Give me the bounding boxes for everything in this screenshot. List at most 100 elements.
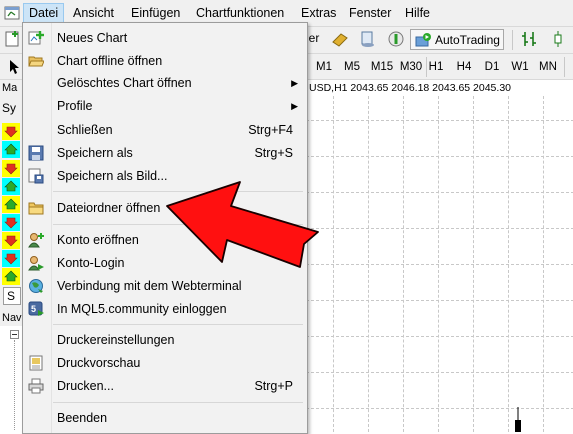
menu-item-open-account[interactable]: Konto eröffnen — [23, 229, 307, 251]
menu-item-profiles[interactable]: Profile ▶ — [23, 95, 307, 117]
menu-separator — [53, 191, 303, 192]
menu-item-open-deleted-chart[interactable]: Gelöschtes Chart öffnen ▶ — [23, 72, 307, 94]
menu-item-label: Drucken... — [57, 379, 114, 393]
save-icon — [28, 145, 44, 161]
down-arrow-cell — [2, 123, 20, 140]
tf-m30[interactable]: M30 — [397, 58, 425, 76]
up-arrow-cell — [2, 178, 20, 195]
grid-line — [306, 192, 573, 193]
collapse-icon[interactable] — [10, 330, 19, 339]
tf-w1[interactable]: W1 — [507, 58, 533, 76]
candlestick-icon[interactable] — [548, 29, 568, 49]
menu-item-open-data-folder[interactable]: Dateiordner öffnen — [23, 197, 307, 219]
down-arrow-icon — [4, 217, 18, 229]
menu-item-label: Speichern als — [57, 146, 133, 160]
menu-item-close[interactable]: Schließen Strg+F4 — [23, 119, 307, 141]
grid-line — [306, 228, 573, 229]
chart-area[interactable]: USD,H1 2043.65 2046.18 2043.65 2045.30 — [305, 80, 573, 432]
down-arrow-icon — [4, 163, 18, 175]
menu-item-webterminal[interactable]: Verbindung mit dem Webterminal — [23, 275, 307, 297]
chart-ohlc-title: USD,H1 2043.65 2046.18 2043.65 2045.30 — [309, 82, 511, 94]
svg-text:5: 5 — [31, 304, 36, 314]
mql5-icon: 5 — [28, 301, 44, 316]
menu-item-label: Konto eröffnen — [57, 233, 139, 247]
menu-item-save-as-image[interactable]: Speichern als Bild... — [23, 165, 307, 187]
menu-item-shortcut: Strg+P — [254, 379, 293, 393]
menu-ansicht[interactable]: Ansicht — [68, 4, 119, 22]
tf-mn[interactable]: MN — [535, 58, 561, 76]
app-window-icon[interactable] — [2, 4, 22, 22]
save-image-icon — [28, 168, 44, 184]
menu-item-shortcut: Strg+S — [254, 146, 293, 160]
menu-item-printer-settings[interactable]: Druckereinstellungen — [23, 329, 307, 351]
bar-chart-icon[interactable] — [519, 29, 539, 49]
symbols-header: Sy — [2, 101, 17, 115]
new-chart-toolbar-icon[interactable] — [4, 29, 22, 49]
menu-item-label: Profile — [57, 99, 93, 113]
menu-einfuegen[interactable]: Einfügen — [126, 4, 185, 22]
menu-item-label: Schließen — [57, 123, 113, 137]
up-arrow-cell — [2, 141, 20, 158]
toolbar-partial-label: ler — [306, 31, 320, 45]
menu-item-print-preview[interactable]: Druckvorschau — [23, 352, 307, 374]
tf-m5[interactable]: M5 — [339, 58, 365, 76]
grid-line — [306, 120, 573, 121]
down-arrow-cell — [2, 232, 20, 249]
grid-line — [306, 264, 573, 265]
autotrading-label: AutoTrading — [435, 33, 500, 47]
up-arrow-icon — [4, 143, 18, 155]
menu-item-label: Dateiordner öffnen — [57, 201, 161, 215]
grid-line — [306, 300, 573, 301]
tf-m1[interactable]: M1 — [311, 58, 337, 76]
menu-item-open-offline-chart[interactable]: Chart offline öffnen — [23, 50, 307, 72]
up-arrow-icon — [4, 270, 18, 282]
menu-item-mql5-login[interactable]: 5 In MQL5.community einloggen — [23, 298, 307, 320]
menu-separator — [53, 324, 303, 325]
cursor-icon[interactable] — [8, 59, 20, 75]
up-arrow-cell — [2, 196, 20, 213]
submenu-arrow-icon: ▶ — [291, 101, 298, 111]
menu-item-save-as[interactable]: Speichern als Strg+S — [23, 142, 307, 164]
symbols-tab-label: S — [7, 289, 16, 303]
price-bar — [515, 407, 521, 432]
menu-datei[interactable]: Datei — [23, 3, 65, 23]
menu-item-label: Beenden — [57, 411, 108, 425]
submenu-arrow-icon: ▶ — [291, 78, 298, 88]
menu-separator — [53, 224, 303, 225]
webterminal-icon — [29, 279, 43, 293]
tf-h4[interactable]: H4 — [451, 58, 477, 76]
menu-chartfunktionen[interactable]: Chartfunktionen — [191, 4, 289, 22]
tf-m15[interactable]: M15 — [367, 58, 397, 76]
market-watch-title: Ma — [2, 82, 18, 94]
market-watch-panel: Ma Sy S Nav — [0, 80, 22, 432]
menu-item-exit[interactable]: Beenden — [23, 407, 307, 429]
tf-d1[interactable]: D1 — [479, 58, 505, 76]
signal-icon[interactable] — [386, 29, 406, 49]
down-arrow-icon — [4, 126, 18, 138]
symbols-tab[interactable]: S — [3, 287, 21, 305]
menu-hilfe[interactable]: Hilfe — [400, 4, 435, 22]
down-arrow-icon — [4, 235, 18, 247]
menu-item-label: Druckereinstellungen — [57, 333, 175, 347]
toolbar-separator — [512, 30, 513, 50]
login-icon — [28, 256, 44, 271]
open-account-icon — [28, 233, 44, 248]
down-arrow-cell — [2, 214, 20, 231]
up-arrow-icon — [4, 198, 18, 210]
menu-item-new-chart[interactable]: Neues Chart — [23, 27, 307, 49]
eraser-icon[interactable] — [330, 29, 350, 49]
menu-item-print[interactable]: Drucken... Strg+P — [23, 375, 307, 397]
tf-h1[interactable]: H1 — [423, 58, 449, 76]
menu-item-label: Konto-Login — [57, 256, 125, 270]
file-menu-dropdown: Neues Chart Chart offline öffnen Gelösch… — [22, 22, 308, 434]
new-chart-icon — [28, 31, 44, 45]
navigator-title: Nav — [2, 312, 22, 324]
autotrading-button[interactable]: AutoTrading — [410, 29, 504, 50]
menu-extras[interactable]: Extras — [296, 4, 341, 22]
menu-item-account-login[interactable]: Konto-Login — [23, 252, 307, 274]
printer-icon — [28, 378, 44, 394]
down-arrow-icon — [4, 253, 18, 265]
navigator-icon[interactable] — [358, 29, 378, 49]
menu-fenster[interactable]: Fenster — [344, 4, 396, 22]
navigator-tree — [0, 326, 22, 432]
